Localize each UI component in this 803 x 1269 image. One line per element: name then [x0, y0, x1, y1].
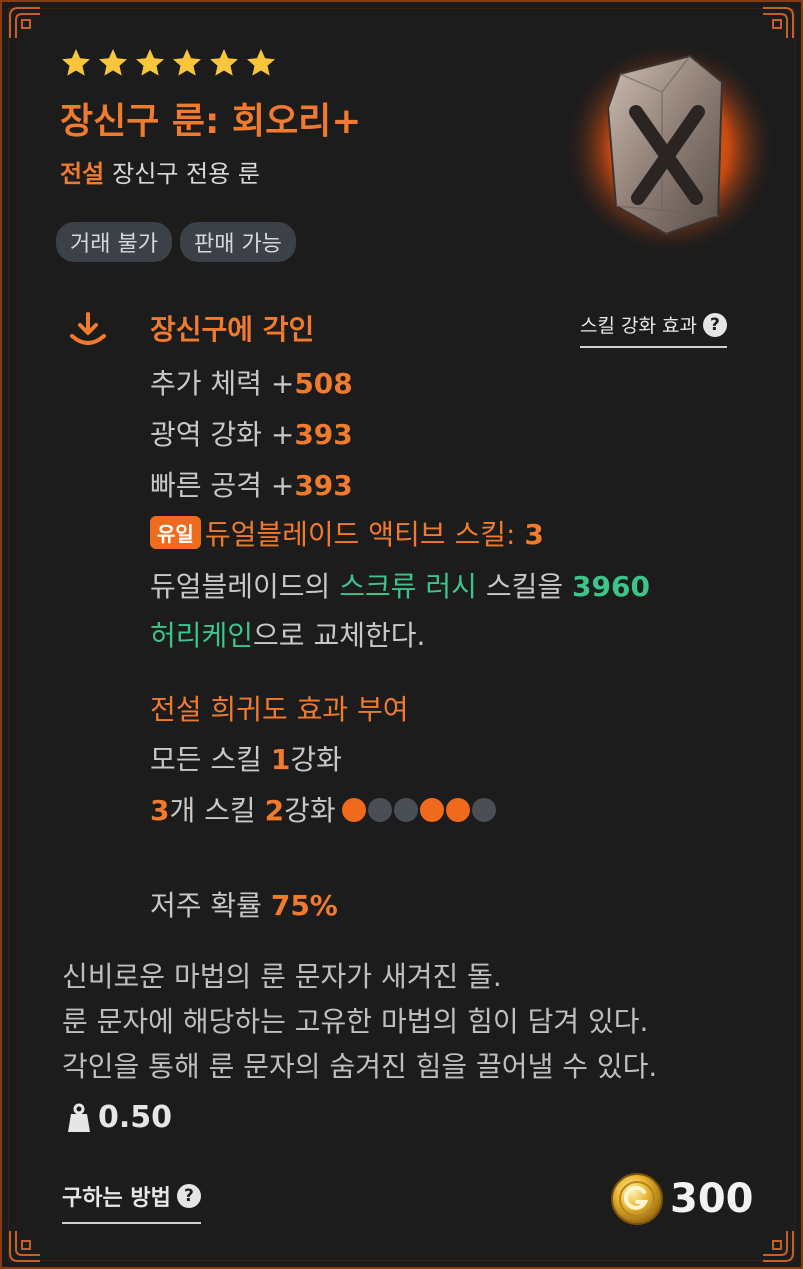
corner-ornament-icon — [8, 1229, 42, 1263]
rarity-text: 모든 스킬 — [150, 743, 271, 776]
new-skill-name: 허리케인 — [150, 619, 254, 652]
engrave-section-title: 장신구에 각인 — [150, 313, 315, 346]
star-icon — [247, 49, 275, 76]
stat-value: 393 — [294, 469, 353, 502]
description-line: 신비로운 마법의 룬 문자가 새겨진 돌. — [62, 960, 502, 993]
unique-skill-label: 듀얼블레이드 액티브 스킬: — [204, 518, 525, 551]
all-skill-enhance-line: 모든 스킬 1강화 — [150, 738, 342, 778]
stat-label: 추가 체력 + — [150, 367, 295, 400]
unique-badge: 유일 — [150, 516, 201, 549]
curse-value: 75% — [270, 889, 338, 922]
corner-ornament-icon — [761, 1229, 795, 1263]
curse-label: 저주 확률 — [150, 889, 271, 922]
enhance-dot-filled — [419, 798, 444, 822]
skill-replace-line-1: 듀얼블레이드의 스크류 러시 스킬을 3960 — [150, 565, 650, 605]
enhance-dots — [341, 798, 496, 822]
tag-trade: 거래 불가 — [56, 222, 172, 262]
stat-label: 빠른 공격 + — [150, 469, 295, 502]
weight-value: 0.50 — [98, 1100, 173, 1135]
replaced-skill-name: 스크류 러시 — [339, 570, 477, 603]
unique-skill-line: 유일 듀얼블레이드 액티브 스킬: 3 — [150, 513, 544, 553]
how-to-get-link[interactable]: 구하는 방법 ? — [62, 1180, 201, 1224]
description-line: 룬 문자에 해당하는 고유한 마법의 힘이 담겨 있다. — [62, 1005, 649, 1038]
star-icon — [136, 49, 164, 76]
star-rating — [60, 47, 277, 79]
item-name: 장신구 룬: 회오리+ — [60, 101, 362, 142]
star-icon — [62, 49, 90, 76]
help-icon: ? — [702, 312, 727, 337]
rarity-text: 강화 — [290, 743, 342, 776]
weight-icon — [68, 1103, 90, 1132]
rune-stone-icon — [562, 30, 778, 260]
item-description: 신비로운 마법의 룬 문자가 새겨진 돌. 룬 문자에 해당하는 고유한 마법의… — [62, 954, 657, 1089]
engrave-download-icon — [68, 310, 108, 350]
enhance-dot-empty — [393, 798, 418, 822]
description-line: 각인을 통해 룬 문자의 숨겨진 힘을 끌어낼 수 있다. — [62, 1050, 658, 1083]
gold-coin-icon — [611, 1173, 663, 1225]
item-grade: 전설 — [60, 160, 105, 188]
stat-line: 광역 강화 +393 — [150, 413, 353, 453]
stat-line: 추가 체력 +508 — [150, 362, 353, 402]
enhance-dot-filled — [445, 798, 470, 822]
rarity-value: 3 — [150, 794, 170, 827]
curse-chance-line: 저주 확률 75% — [150, 884, 338, 924]
stat-value: 508 — [294, 367, 353, 400]
tag-sell: 판매 가능 — [179, 222, 296, 262]
item-subtitle: 전설 장신구 전용 룬 — [60, 154, 260, 189]
replace-value: 3960 — [572, 570, 650, 603]
rarity-text: 개 스킬 — [169, 794, 265, 827]
stat-line: 빠른 공격 +393 — [150, 464, 353, 504]
star-icon — [99, 49, 127, 76]
item-type: 장신구 전용 룬 — [112, 160, 260, 188]
item-tooltip-card: 장신구 룬: 회오리+ 전설 장신구 전용 룬 거래 불가 판매 가능 장신구에… — [0, 0, 803, 1269]
stat-value: 393 — [294, 418, 353, 451]
item-weight: 0.50 — [66, 1100, 172, 1135]
replace-text: 듀얼블레이드의 — [150, 570, 340, 603]
skill-enhance-effect-link[interactable]: 스킬 강화 효과 ? — [580, 311, 727, 348]
rarity-text: 강화 — [284, 794, 336, 827]
rarity-effect-title: 전설 희귀도 효과 부여 — [150, 693, 409, 726]
enhance-dot-empty — [367, 798, 392, 822]
help-icon: ? — [176, 1184, 201, 1208]
unique-skill-value: 3 — [524, 518, 544, 551]
sell-price: 300 — [610, 1172, 754, 1226]
price-value: 300 — [670, 1176, 754, 1222]
stat-label: 광역 강화 + — [150, 418, 295, 451]
skill-replace-line-2: 허리케인으로 교체한다. — [150, 614, 425, 654]
rarity-value: 2 — [264, 794, 285, 827]
how-to-get-label: 구하는 방법 — [62, 1186, 171, 1211]
item-tags: 거래 불가 판매 가능 — [56, 222, 296, 262]
rarity-value: 1 — [270, 743, 291, 776]
replace-text: 스킬을 — [476, 570, 573, 603]
enhance-dot-filled — [341, 798, 366, 822]
star-icon — [210, 49, 238, 76]
skill-enhance-effect-label: 스킬 강화 효과 — [580, 315, 697, 337]
three-skill-enhance-line: 3개 스킬 2강화 — [150, 789, 496, 829]
corner-ornament-icon — [8, 6, 42, 40]
enhance-dot-empty — [471, 798, 496, 822]
replace-text: 으로 교체한다. — [253, 619, 426, 652]
star-icon — [173, 49, 201, 76]
